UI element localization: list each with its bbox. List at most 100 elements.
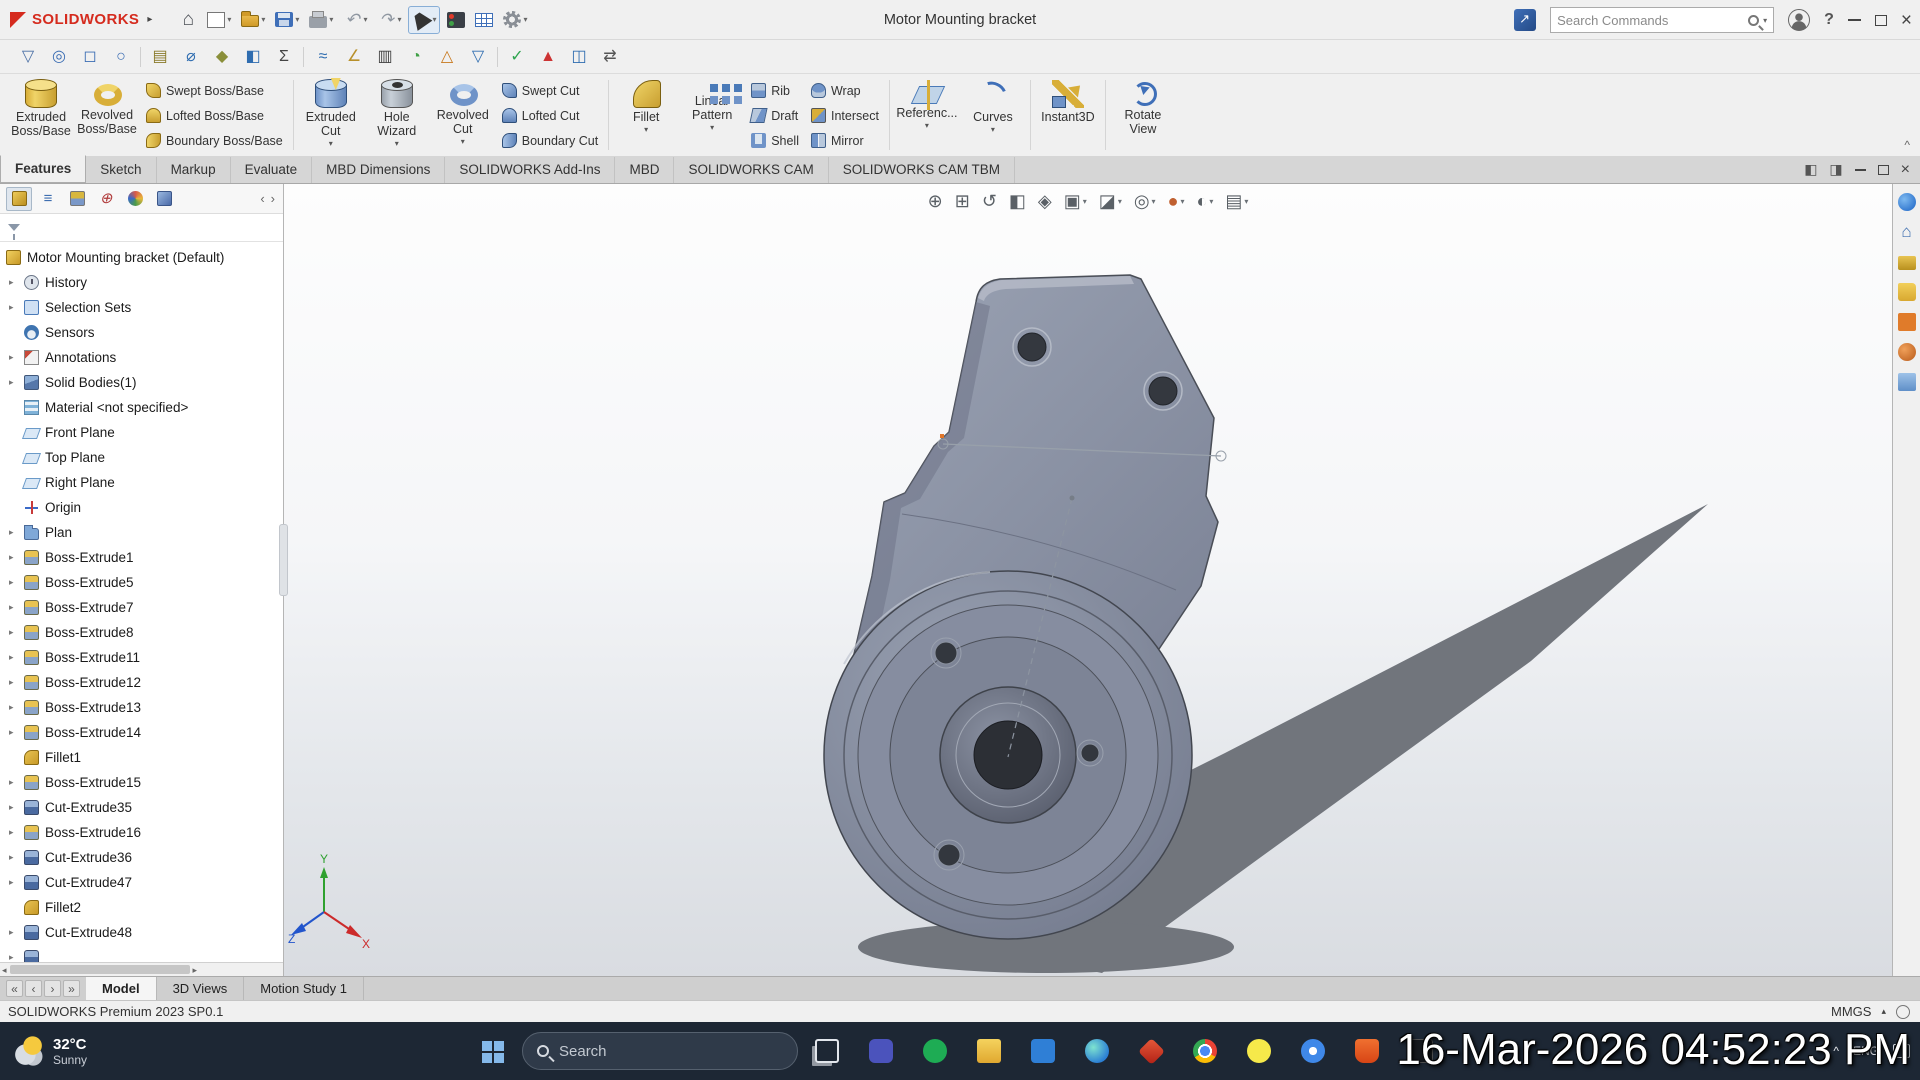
document-restore-button[interactable]: [1878, 165, 1889, 175]
tab-nav-prev-icon[interactable]: ‹: [25, 980, 42, 997]
featuremanager-tab-icon[interactable]: [6, 187, 32, 211]
task-view-icon[interactable]: [800, 1022, 854, 1080]
3dexperience-icon[interactable]: [1897, 192, 1917, 212]
curvature-comb-icon[interactable]: ≈: [311, 45, 335, 69]
expand-chevron-icon[interactable]: ▸: [9, 802, 14, 813]
document-tab[interactable]: Model: [86, 977, 157, 1000]
expand-chevron-icon[interactable]: ▸: [9, 727, 14, 738]
feature-tree-root[interactable]: Motor Mounting bracket (Default): [2, 245, 283, 270]
ribbon-small-button[interactable]: Swept Boss/Base: [140, 78, 289, 103]
feature-tree-item[interactable]: ▸ Boss-Extrude14: [2, 720, 283, 745]
home-icon[interactable]: [176, 6, 200, 34]
tools-toolbar-icon[interactable]: [303, 47, 304, 67]
marketplace-icon[interactable]: [1514, 9, 1536, 31]
ribbon-small-button[interactable]: Wrap: [805, 78, 885, 103]
ribbon-big-button[interactable]: Fillet ▾: [613, 76, 679, 152]
select-cursor-icon[interactable]: ▾: [408, 6, 440, 34]
dimxpertmanager-tab-icon[interactable]: ⊕: [93, 187, 119, 211]
file-explorer-icon[interactable]: [962, 1022, 1016, 1080]
feature-tree-item[interactable]: ▸ Boss-Extrude16: [2, 820, 283, 845]
section-view-icon[interactable]: ◧: [1009, 192, 1026, 210]
apply-scene-icon[interactable]: ◐ ▾: [1196, 192, 1213, 210]
ribbon-small-button[interactable]: Intersect: [805, 103, 885, 128]
view-settings-icon[interactable]: ▤ ▾: [1225, 192, 1248, 210]
scroll-right-icon[interactable]: ▸: [193, 964, 198, 976]
redo-icon[interactable]: ▾: [374, 6, 404, 34]
expand-chevron-icon[interactable]: ▸: [9, 352, 14, 363]
feature-tree-item[interactable]: ▸ Boss-Extrude12: [2, 670, 283, 695]
feature-tree-item[interactable]: Fillet2: [2, 895, 283, 920]
resources-home-icon[interactable]: ⌂: [1897, 222, 1917, 242]
check-entity-icon[interactable]: ✓: [505, 45, 529, 69]
print-icon[interactable]: ▾: [306, 6, 336, 34]
measure-icon[interactable]: ⌀: [179, 45, 203, 69]
feature-tree-item[interactable]: ▸ Solid Bodies(1): [2, 370, 283, 395]
commandmanager-tab[interactable]: Features: [0, 155, 86, 183]
zoom-fit-icon[interactable]: ⊕: [928, 192, 943, 210]
commandmanager-tab[interactable]: MBD Dimensions: [312, 157, 445, 183]
previous-view-icon[interactable]: ↺: [982, 192, 997, 210]
document-tab[interactable]: 3D Views: [157, 977, 245, 1000]
curvature-icon[interactable]: ◔: [404, 45, 428, 69]
expand-chevron-icon[interactable]: ▸: [9, 627, 14, 638]
expand-chevron-icon[interactable]: ▸: [9, 552, 14, 563]
custom-properties-icon[interactable]: [1897, 372, 1917, 392]
hide-show-items-icon[interactable]: ◎ ▾: [1134, 192, 1156, 210]
box-selection-icon[interactable]: ◻: [78, 45, 102, 69]
expand-chevron-icon[interactable]: ▸: [9, 652, 14, 663]
tools-toolbar-icon[interactable]: [497, 47, 498, 67]
account-icon[interactable]: [1788, 9, 1810, 31]
displaymanager-tab-icon[interactable]: [122, 187, 148, 211]
teams-icon[interactable]: [854, 1022, 908, 1080]
expand-chevron-icon[interactable]: ▸: [9, 677, 14, 688]
ribbon-big-button[interactable]: Extruded Cut ▾: [298, 76, 364, 152]
commandmanager-tab[interactable]: Markup: [157, 157, 231, 183]
ribbon-small-button[interactable]: Draft: [745, 103, 805, 128]
feature-tree-item[interactable]: ▸ Selection Sets: [2, 295, 283, 320]
ribbon-small-button[interactable]: Lofted Boss/Base: [140, 103, 289, 128]
commandmanager-tab[interactable]: MBD: [615, 157, 674, 183]
feature-tree-item[interactable]: Material <not specified>: [2, 395, 283, 420]
compare-icon[interactable]: ⇄: [598, 45, 622, 69]
feature-tree-item[interactable]: ▸: [2, 945, 283, 962]
undo-icon[interactable]: ▾: [340, 6, 370, 34]
display-style-icon[interactable]: ◪ ▾: [1099, 192, 1122, 210]
feature-tree-item[interactable]: ▸ Cut-Extrude47: [2, 870, 283, 895]
tree-horizontal-scrollbar[interactable]: ◂ ▸: [0, 962, 283, 976]
taskbar-search[interactable]: [522, 1032, 798, 1070]
tree-filter-row[interactable]: [0, 214, 283, 242]
commandmanager-tab[interactable]: SOLIDWORKS CAM TBM: [829, 157, 1015, 183]
feature-tree-item[interactable]: Front Plane: [2, 420, 283, 445]
ribbon-big-button[interactable]: Extruded Boss/Base: [8, 76, 74, 152]
zebra-stripes-icon[interactable]: ▥: [373, 45, 397, 69]
expand-chevron-icon[interactable]: ▸: [9, 377, 14, 388]
expand-chevron-icon[interactable]: ▸: [9, 952, 14, 962]
feature-tree-item[interactable]: Fillet1: [2, 745, 283, 770]
expand-chevron-icon[interactable]: ▸: [9, 277, 14, 288]
file-properties-icon[interactable]: [472, 6, 496, 34]
commandmanager-tab[interactable]: Evaluate: [231, 157, 313, 183]
costing-icon[interactable]: ◫: [567, 45, 591, 69]
feature-tree-item[interactable]: ▸ Cut-Extrude35: [2, 795, 283, 820]
feature-tree-item[interactable]: ▸ Boss-Extrude1: [2, 545, 283, 570]
ribbon-small-button[interactable]: Mirror: [805, 128, 885, 153]
tab-nav-next-icon[interactable]: ›: [44, 980, 61, 997]
window-minimize-button[interactable]: [1848, 19, 1861, 21]
ribbon-big-button[interactable]: Linear Pattern ▾: [679, 76, 745, 152]
feature-tree-item[interactable]: ▸ Boss-Extrude13: [2, 695, 283, 720]
document-minimize-button[interactable]: [1855, 169, 1866, 171]
commandmanager-tab[interactable]: SOLIDWORKS CAM: [674, 157, 828, 183]
units-selector[interactable]: MMGS: [1831, 1004, 1871, 1019]
expand-chevron-icon[interactable]: ▸: [9, 852, 14, 863]
document-properties-icon[interactable]: ▤: [148, 45, 172, 69]
chrome-icon[interactable]: [1178, 1022, 1232, 1080]
feature-tree-item[interactable]: ▸ Boss-Extrude11: [2, 645, 283, 670]
ribbon-small-button[interactable]: Boundary Boss/Base: [140, 128, 289, 153]
mass-properties-icon[interactable]: ◆: [210, 45, 234, 69]
view-orientation-icon[interactable]: ▣ ▾: [1064, 192, 1087, 210]
window-close-button[interactable]: ×: [1901, 11, 1912, 30]
command-search[interactable]: ▾: [1550, 7, 1774, 33]
feature-tree-item[interactable]: ▸ History: [2, 270, 283, 295]
tools-toolbar-icon[interactable]: [140, 47, 141, 67]
search-dropdown-icon[interactable]: ▾: [1763, 16, 1767, 25]
